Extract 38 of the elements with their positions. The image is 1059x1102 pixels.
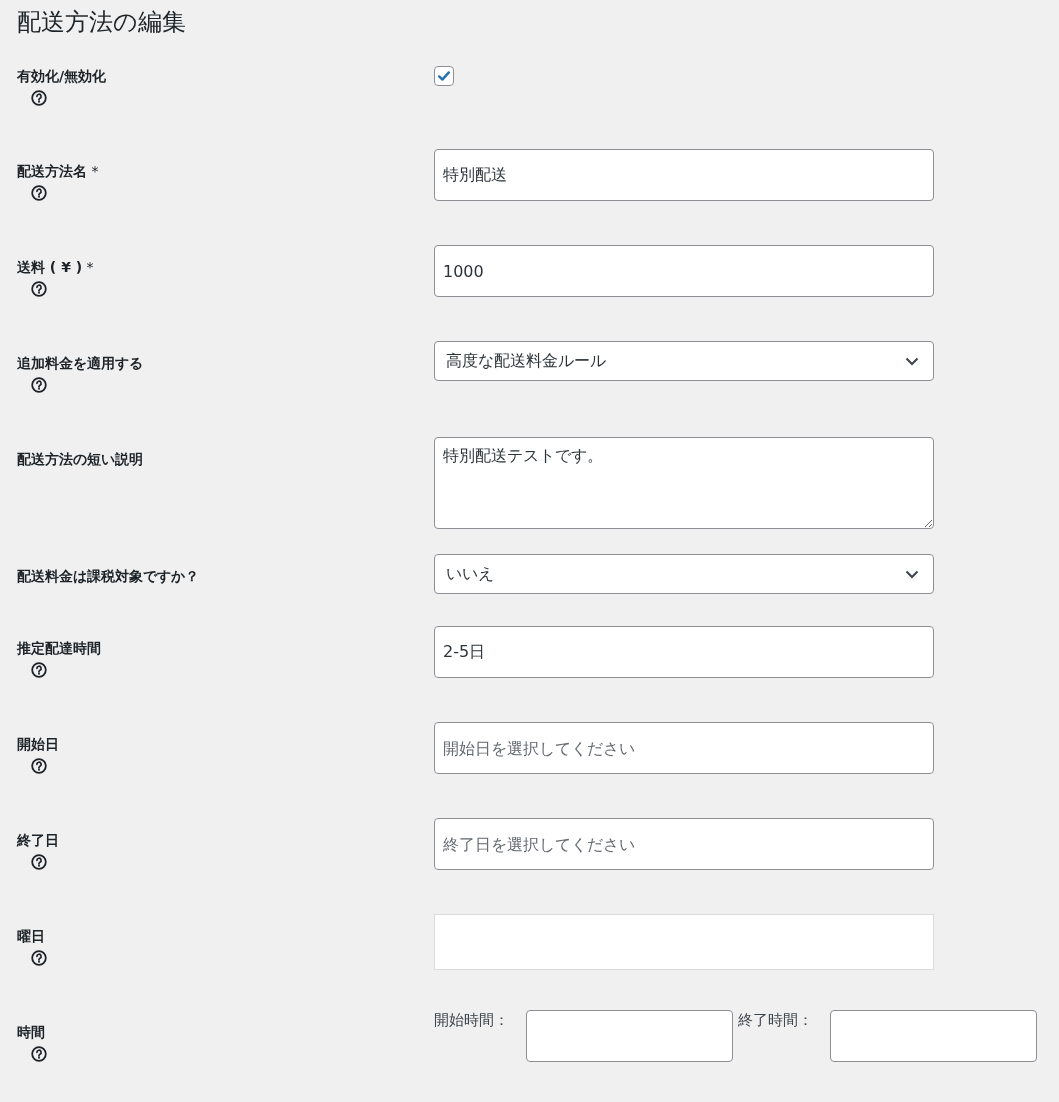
field-label: 配送方法名 * <box>17 162 99 180</box>
dropdown[interactable]: 高度な配送料金ルール <box>434 341 934 381</box>
field-label: 曜日 <box>17 927 45 945</box>
field-label: 配送方法の短い説明 <box>17 450 143 468</box>
field-label: 推定配達時間 <box>17 639 101 657</box>
input-field[interactable]: 2-5日 <box>434 626 934 678</box>
help-icon[interactable] <box>31 377 47 393</box>
field-label: 有効化/無効化 <box>17 67 107 85</box>
enable-checkbox[interactable] <box>434 66 454 86</box>
page-title: 配送方法の編集 <box>17 7 187 38</box>
time-field[interactable] <box>526 1010 733 1062</box>
chevron-down-icon <box>905 356 919 366</box>
field-label: 時間 <box>17 1023 45 1041</box>
input-field[interactable]: 終了日を選択してください <box>434 818 934 870</box>
help-icon[interactable] <box>31 185 47 201</box>
help-icon[interactable] <box>31 758 47 774</box>
help-icon[interactable] <box>31 1046 47 1062</box>
weekday-field[interactable] <box>434 914 934 970</box>
help-icon[interactable] <box>31 662 47 678</box>
checkmark-icon <box>436 68 452 84</box>
time-label: 開始時間： <box>434 1010 510 1030</box>
input-field[interactable]: 特別配送 <box>434 149 934 201</box>
help-icon[interactable] <box>31 854 47 870</box>
field-label: 追加料金を適用する <box>17 354 143 372</box>
chevron-down-icon <box>905 569 919 579</box>
help-icon[interactable] <box>31 950 47 966</box>
field-label: 配送料金は課税対象ですか？ <box>17 567 199 585</box>
help-icon[interactable] <box>31 90 47 106</box>
help-icon[interactable] <box>31 281 47 297</box>
field-label: 送料 ( ¥ ) * <box>17 258 94 276</box>
input-field[interactable]: 1000 <box>434 245 934 297</box>
dropdown[interactable]: いいえ <box>434 554 934 594</box>
time-field[interactable] <box>830 1010 1037 1062</box>
input-field[interactable]: 開始日を選択してください <box>434 722 934 774</box>
time-label: 終了時間： <box>738 1010 814 1030</box>
text-area[interactable]: 特別配送テストです。 <box>434 437 934 529</box>
field-label: 開始日 <box>17 735 59 753</box>
field-label: 終了日 <box>17 831 59 849</box>
